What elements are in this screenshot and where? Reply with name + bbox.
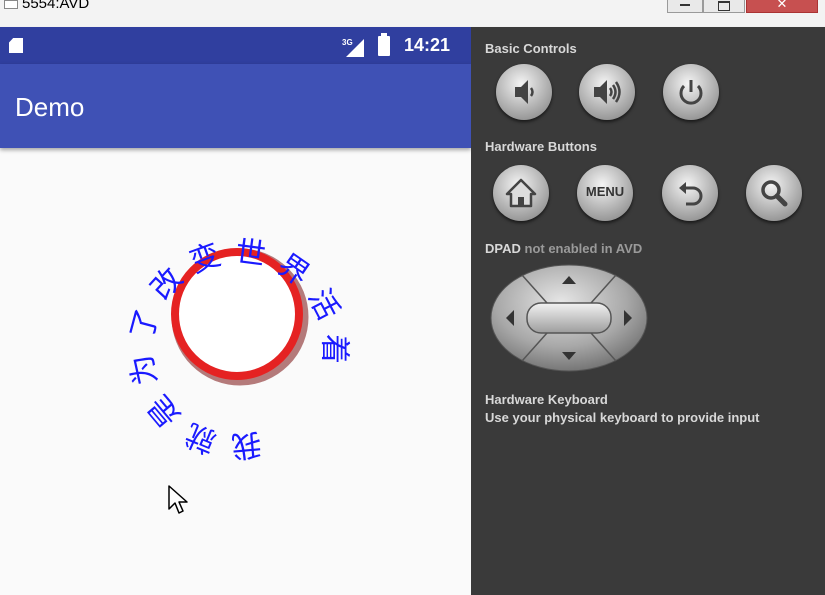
- close-button[interactable]: ✕: [746, 0, 818, 13]
- window-title: 5554:AVD: [22, 0, 90, 12]
- dpad-control[interactable]: [489, 263, 649, 373]
- phone-screen: 3G 14:21 Demo 我就是为了改变世界活着: [0, 27, 471, 595]
- app-window-icon: [4, 0, 18, 9]
- circle-char: 为: [124, 351, 165, 388]
- volume-down-button[interactable]: [496, 64, 552, 120]
- circle-char: 是: [141, 388, 187, 433]
- back-button[interactable]: [662, 165, 718, 221]
- menu-button-label: MENU: [585, 184, 625, 199]
- hardware-keyboard-label: Hardware Keyboard: [485, 392, 608, 407]
- search-button[interactable]: [746, 165, 802, 221]
- volume-up-button[interactable]: [579, 64, 635, 120]
- power-icon: [679, 80, 703, 105]
- circle-text-view[interactable]: 我就是为了改变世界活着: [0, 27, 471, 595]
- menu-button[interactable]: MENU: [577, 165, 633, 221]
- window-titlebar: 5554:AVD ✕: [0, 0, 825, 26]
- power-button[interactable]: [663, 64, 719, 120]
- volume-down-icon: [515, 80, 534, 104]
- hardware-buttons-label: Hardware Buttons: [485, 139, 597, 154]
- circle-char: 世: [233, 234, 267, 273]
- back-icon: [679, 182, 703, 206]
- minimize-button[interactable]: [667, 0, 703, 13]
- dpad-note: not enabled in AVD: [524, 241, 643, 256]
- emulator-controls-panel: Basic Controls Hardware Buttons MENU DPA…: [471, 27, 825, 595]
- search-icon: [761, 180, 788, 207]
- maximize-button[interactable]: [703, 0, 745, 13]
- dpad-label: DPAD: [485, 241, 521, 256]
- circle-char: 了: [125, 305, 167, 343]
- dpad-heading: DPAD not enabled in AVD: [485, 241, 642, 256]
- dpad-center-button: [526, 302, 612, 334]
- maximize-icon: [718, 1, 730, 11]
- volume-up-icon: [594, 80, 621, 104]
- circle-char: 着: [317, 334, 352, 364]
- home-icon: [505, 178, 537, 208]
- circle-char: 我: [230, 426, 263, 463]
- cursor-icon: [168, 485, 188, 514]
- home-button[interactable]: [493, 165, 549, 221]
- close-icon: ✕: [776, 0, 788, 11]
- basic-controls-label: Basic Controls: [485, 41, 577, 56]
- minimize-icon: [680, 4, 690, 6]
- circle-char: 就: [181, 416, 222, 460]
- hardware-keyboard-note: Use your physical keyboard to provide in…: [485, 410, 760, 425]
